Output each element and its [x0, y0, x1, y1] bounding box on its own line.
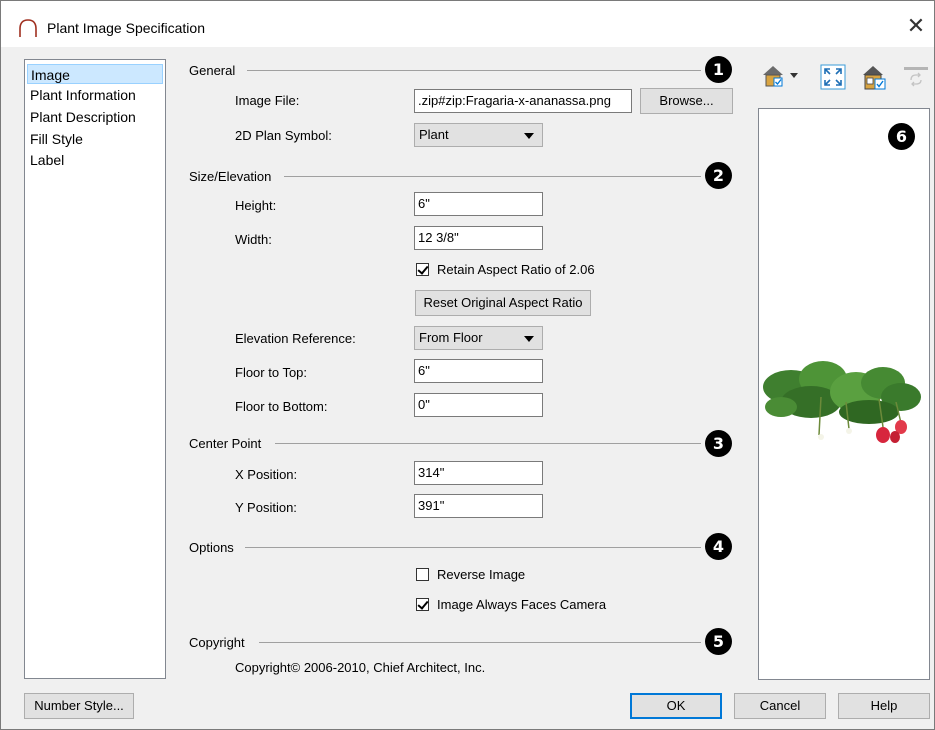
checkmark-icon — [417, 598, 429, 610]
category-list: Image Plant Information Plant Descriptio… — [24, 59, 166, 679]
dialog-window: Plant Image Specification ✕ Image Plant … — [0, 0, 935, 730]
nav-item-label[interactable]: Label — [27, 150, 163, 170]
callout-badge-1: 1 — [705, 56, 732, 83]
callout-badge-4: 4 — [705, 533, 732, 560]
floor-to-bottom-label: Floor to Bottom: — [235, 399, 328, 414]
plan-symbol-select[interactable]: Plant — [414, 123, 543, 147]
image-file-field[interactable]: .zip#zip:Fragaria-x-ananassa.png — [414, 89, 632, 113]
fill-window-button[interactable] — [819, 63, 847, 91]
chevron-down-icon — [524, 133, 534, 139]
width-field[interactable]: 12 3/8" — [414, 226, 543, 250]
reverse-image-checkbox[interactable] — [416, 568, 429, 581]
elevation-reference-value: From Floor — [419, 330, 483, 345]
copyright-text: Copyright© 2006-2010, Chief Architect, I… — [235, 660, 486, 675]
fit-screen-icon — [820, 64, 846, 90]
callout-badge-6: 6 — [888, 123, 915, 150]
image-preview-pane: 6 — [758, 108, 930, 680]
nav-item-image[interactable]: Image — [27, 64, 163, 84]
general-divider — [247, 70, 701, 71]
retain-aspect-label: Retain Aspect Ratio of 2.06 — [437, 262, 595, 277]
x-position-field[interactable]: 314" — [414, 461, 543, 485]
copyright-divider — [259, 642, 701, 643]
options-divider — [245, 547, 701, 548]
floor-to-top-field[interactable]: 6" — [414, 359, 543, 383]
nav-item-plant-information[interactable]: Plant Information — [27, 85, 163, 105]
image-file-label: Image File: — [235, 93, 300, 108]
help-button[interactable]: Help — [838, 693, 930, 719]
plant-app-icon — [19, 19, 37, 37]
plan-symbol-value: Plant — [419, 127, 449, 142]
close-icon[interactable]: ✕ — [904, 15, 928, 39]
house-render-icon — [863, 66, 886, 90]
y-position-label: Y Position: — [235, 500, 297, 515]
callout-badge-2: 2 — [705, 162, 732, 189]
copyright-header: Copyright — [189, 635, 245, 650]
window-title: Plant Image Specification — [47, 20, 205, 36]
house-view-icon — [763, 66, 798, 87]
callout-badge-3: 3 — [705, 430, 732, 457]
size-elevation-header: Size/Elevation — [189, 169, 272, 184]
refresh-disabled-icon — [904, 67, 928, 87]
view-type-button[interactable] — [760, 61, 802, 89]
size-elevation-divider — [284, 176, 701, 177]
general-header: General — [189, 63, 236, 78]
plan-symbol-label: 2D Plan Symbol: — [235, 128, 332, 143]
reverse-image-label: Reverse Image — [437, 567, 526, 582]
retain-aspect-checkbox[interactable] — [416, 263, 429, 276]
faces-camera-checkbox[interactable] — [416, 598, 429, 611]
callout-badge-5: 5 — [705, 628, 732, 655]
elevation-reference-select[interactable]: From Floor — [414, 326, 543, 350]
center-point-header: Center Point — [189, 436, 262, 451]
browse-button[interactable]: Browse... — [640, 88, 733, 114]
cancel-button[interactable]: Cancel — [734, 693, 826, 719]
options-header: Options — [189, 540, 234, 555]
floor-to-top-label: Floor to Top: — [235, 365, 308, 380]
width-label: Width: — [235, 232, 272, 247]
number-style-button[interactable]: Number Style... — [24, 693, 134, 719]
faces-camera-label: Image Always Faces Camera — [437, 597, 607, 612]
nav-item-fill-style[interactable]: Fill Style — [27, 129, 163, 149]
chevron-down-icon — [524, 336, 534, 342]
title-bar: Plant Image Specification ✕ — [1, 1, 934, 47]
height-field[interactable]: 6" — [414, 192, 543, 216]
nav-item-plant-description[interactable]: Plant Description — [27, 107, 163, 127]
y-position-field[interactable]: 391" — [414, 494, 543, 518]
checkmark-icon — [417, 263, 429, 275]
x-position-label: X Position: — [235, 467, 298, 482]
strawberry-plant-image — [763, 361, 921, 443]
elevation-reference-label: Elevation Reference: — [235, 331, 356, 346]
height-label: Height: — [235, 198, 277, 213]
center-point-divider — [275, 443, 701, 444]
ok-button[interactable]: OK — [630, 693, 722, 719]
floor-to-bottom-field[interactable]: 0" — [414, 393, 543, 417]
render-preview-button[interactable] — [861, 63, 889, 91]
refresh-button — [902, 63, 930, 91]
reset-aspect-ratio-button[interactable]: Reset Original Aspect Ratio — [415, 290, 591, 316]
